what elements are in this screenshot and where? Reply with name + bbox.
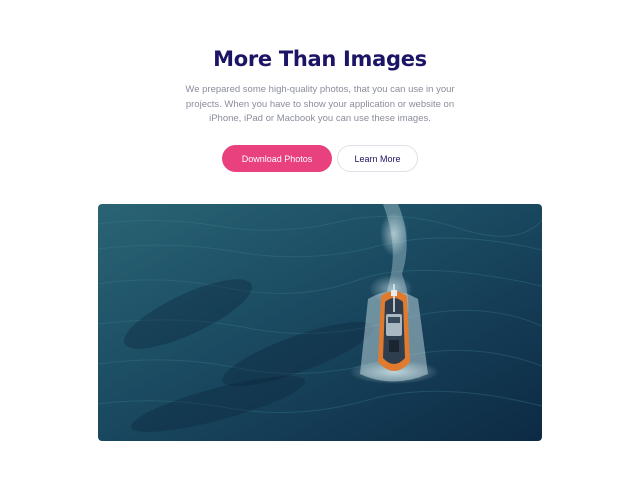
download-photos-button[interactable]: Download Photos bbox=[222, 145, 332, 172]
boat bbox=[378, 284, 410, 371]
learn-more-button[interactable]: Learn More bbox=[337, 145, 418, 172]
boat-sea-image bbox=[98, 204, 542, 441]
boat-sea-photo bbox=[98, 204, 542, 441]
hero-section: More Than Images We prepared some high-q… bbox=[0, 0, 640, 485]
section-description: We prepared some high-quality photos, th… bbox=[185, 84, 455, 124]
section-title: More Than Images bbox=[213, 47, 427, 71]
